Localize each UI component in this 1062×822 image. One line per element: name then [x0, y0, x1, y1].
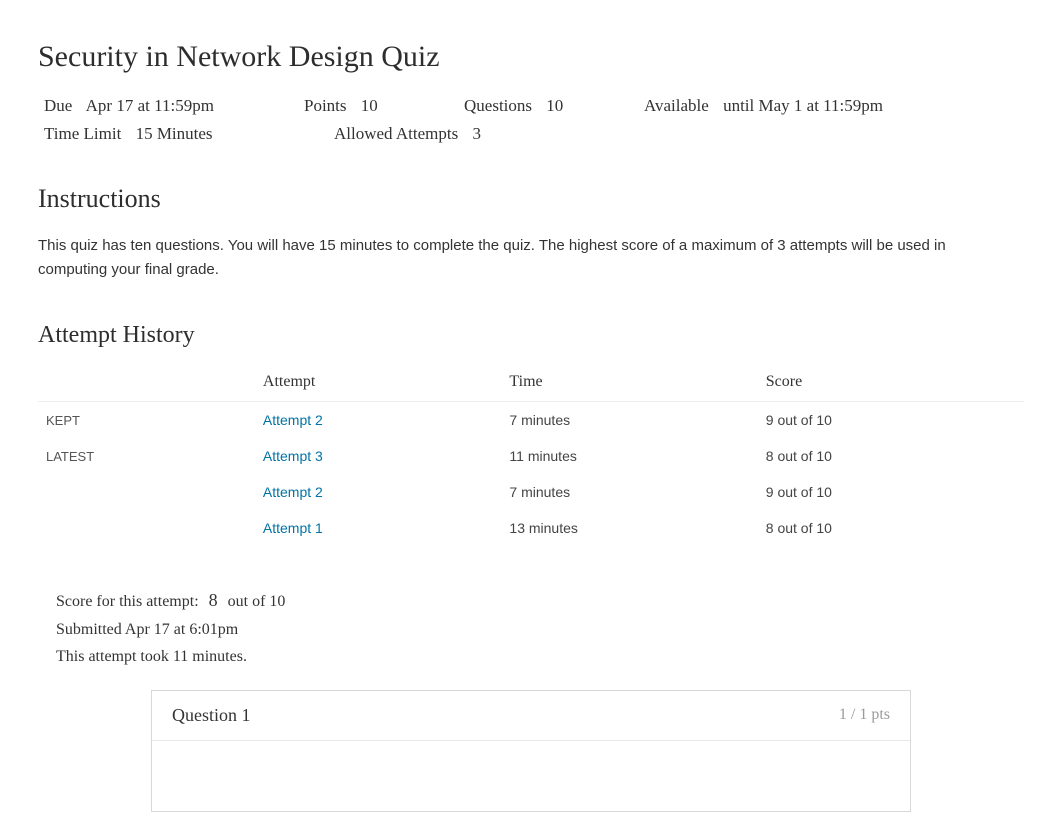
attempt-link[interactable]: Attempt 2	[263, 412, 323, 428]
attempt-time: 7 minutes	[509, 484, 570, 500]
col-header-time: Time	[501, 365, 757, 402]
instructions-text: This quiz has ten questions. You will ha…	[38, 234, 958, 282]
col-header-status	[38, 365, 255, 402]
page-title: Security in Network Design Quiz	[38, 40, 1024, 74]
score-summary: Score for this attempt: 8 out of 10 Subm…	[56, 586, 1024, 670]
meta-questions-label: Questions	[464, 96, 532, 115]
attempt-time: 13 minutes	[509, 520, 577, 536]
table-row: KEPT Attempt 2 7 minutes 9 out of 10	[38, 402, 1024, 439]
question-points: 1 / 1 pts	[839, 706, 890, 724]
meta-points: Points 10	[304, 96, 404, 116]
instructions-heading: Instructions	[38, 184, 1024, 214]
meta-time-limit-value: 15 Minutes	[136, 124, 213, 143]
question-header: Question 1 1 / 1 pts	[152, 691, 910, 741]
col-header-score: Score	[758, 365, 1024, 402]
score-summary-label: Score for this attempt:	[56, 593, 199, 610]
attempt-link[interactable]: Attempt 3	[263, 448, 323, 464]
quiz-meta-row-1: Due Apr 17 at 11:59pm Points 10 Question…	[38, 94, 1024, 118]
question-body	[152, 741, 910, 811]
status-tag: KEPT	[46, 413, 80, 428]
meta-available-label: Available	[644, 96, 709, 115]
meta-due-label: Due	[44, 96, 72, 115]
meta-allowed-attempts-value: 3	[472, 124, 481, 143]
attempt-history-table: Attempt Time Score KEPT Attempt 2 7 minu…	[38, 365, 1024, 546]
attempt-time: 11 minutes	[509, 448, 576, 464]
question-title: Question 1	[172, 705, 251, 726]
attempt-score: 8 out of 10	[766, 520, 832, 536]
col-header-attempt: Attempt	[255, 365, 502, 402]
meta-allowed-attempts-label: Allowed Attempts	[334, 124, 458, 143]
meta-questions: Questions 10	[464, 96, 584, 116]
meta-time-limit: Time Limit 15 Minutes	[44, 124, 244, 144]
score-summary-suffix: out of 10	[228, 593, 286, 610]
score-summary-score: 8	[209, 590, 218, 610]
attempt-time: 7 minutes	[509, 412, 570, 428]
meta-available: Available until May 1 at 11:59pm	[644, 96, 883, 116]
attempt-score: 8 out of 10	[766, 448, 832, 464]
meta-points-label: Points	[304, 96, 347, 115]
status-tag: LATEST	[46, 449, 94, 464]
attempt-link[interactable]: Attempt 2	[263, 484, 323, 500]
table-row: LATEST Attempt 3 11 minutes 8 out of 10	[38, 438, 1024, 474]
table-row: Attempt 1 13 minutes 8 out of 10	[38, 510, 1024, 546]
attempt-score: 9 out of 10	[766, 412, 832, 428]
score-summary-line-score: Score for this attempt: 8 out of 10	[56, 586, 1024, 615]
table-header-row: Attempt Time Score	[38, 365, 1024, 402]
score-summary-submitted: Submitted Apr 17 at 6:01pm	[56, 617, 1024, 643]
meta-due-value: Apr 17 at 11:59pm	[86, 96, 214, 115]
score-summary-duration: This attempt took 11 minutes.	[56, 644, 1024, 670]
meta-questions-value: 10	[546, 96, 563, 115]
attempt-score: 9 out of 10	[766, 484, 832, 500]
attempt-history-heading: Attempt History	[38, 322, 1024, 349]
meta-points-value: 10	[361, 96, 378, 115]
table-row: Attempt 2 7 minutes 9 out of 10	[38, 474, 1024, 510]
meta-available-value: until May 1 at 11:59pm	[723, 96, 883, 115]
question-box: Question 1 1 / 1 pts	[151, 690, 911, 812]
quiz-meta-row-2: Time Limit 15 Minutes Allowed Attempts 3	[38, 122, 1024, 146]
meta-allowed-attempts: Allowed Attempts 3	[334, 124, 481, 144]
meta-time-limit-label: Time Limit	[44, 124, 121, 143]
meta-due: Due Apr 17 at 11:59pm	[44, 96, 244, 116]
attempt-link[interactable]: Attempt 1	[263, 520, 323, 536]
